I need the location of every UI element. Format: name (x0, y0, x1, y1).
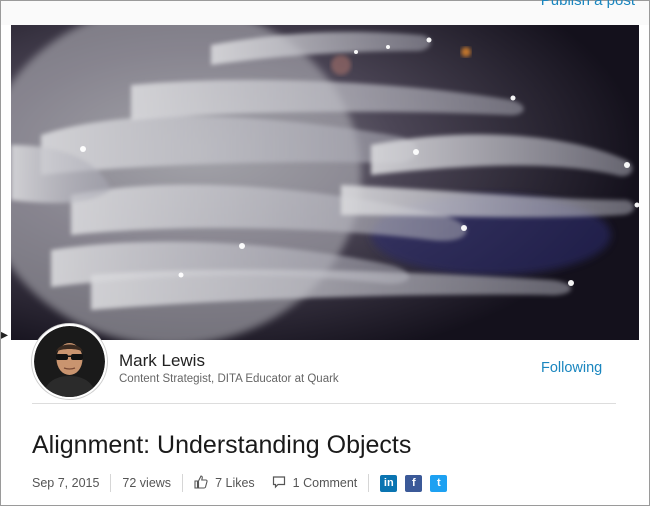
thumbs-up-icon (194, 474, 208, 492)
publish-post-link[interactable]: Publish a post (541, 0, 635, 9)
author-headline: Content Strategist, DITA Educator at Qua… (119, 373, 339, 385)
twitter-icon[interactable]: t (430, 474, 448, 492)
hero-image (11, 25, 639, 340)
following-button[interactable]: Following (541, 360, 602, 376)
meta-separator (110, 474, 112, 492)
likes-count: 7 Likes (215, 476, 255, 490)
linkedin-icon[interactable]: in (380, 474, 398, 492)
author-photo (34, 326, 105, 397)
meta-separator (368, 474, 370, 492)
post-meta: Sep 7, 2015 72 views 7 Likes 1 Comment i… (32, 473, 455, 493)
comments-button[interactable]: 1 Comment (272, 475, 358, 492)
post-date: Sep 7, 2015 (32, 476, 100, 490)
top-bar: Publish a post (1, 0, 649, 25)
post-views: 72 views (122, 476, 172, 490)
author-avatar[interactable] (32, 324, 107, 399)
comments-count: 1 Comment (292, 476, 358, 490)
jellyfish-photo (11, 25, 639, 340)
author-name[interactable]: Mark Lewis (119, 351, 205, 371)
meta-separator (182, 474, 184, 492)
mouse-cursor-icon: ▸ (1, 326, 9, 342)
comment-icon (272, 475, 286, 492)
likes-button[interactable]: 7 Likes (194, 474, 255, 492)
post-title: Alignment: Understanding Objects (32, 431, 412, 459)
divider (32, 403, 616, 404)
facebook-icon[interactable]: f (405, 474, 423, 492)
article-page: Publish a post ▸ Mark Lewis Content Stra… (0, 0, 650, 506)
